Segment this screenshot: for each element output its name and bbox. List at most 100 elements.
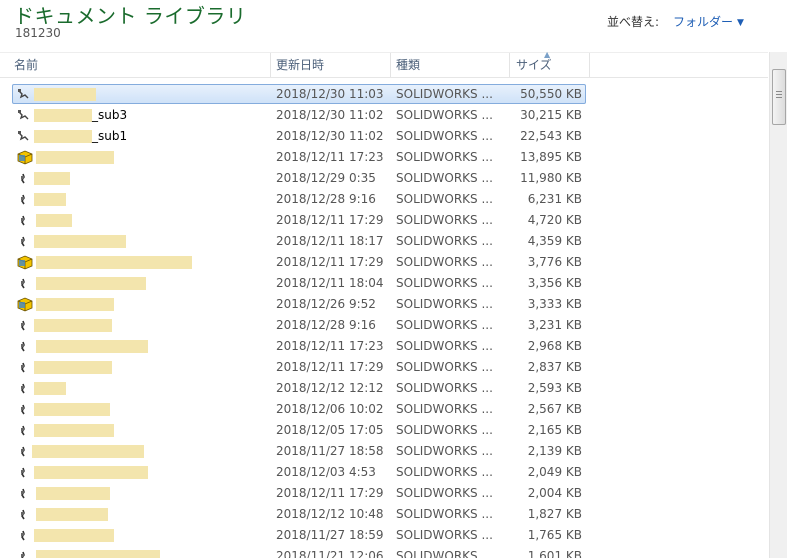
file-type: SOLIDWORKS ... — [396, 402, 493, 416]
solidworks-file-icon — [17, 255, 33, 270]
part-file-icon — [21, 320, 25, 331]
file-row[interactable]: 2018/12/11 17:23 SOLIDWORKS ... 13,895 KB — [0, 147, 768, 168]
file-date: 2018/12/29 0:35 — [276, 171, 376, 185]
file-row[interactable]: 2018/12/26 9:52 SOLIDWORKS ... 3,333 KB — [0, 294, 768, 315]
file-type: SOLIDWORKS ... — [396, 108, 493, 122]
file-row[interactable]: 2018/11/27 18:59 SOLIDWORKS ... 1,765 KB — [0, 525, 768, 546]
file-size: 6,231 KB — [527, 192, 582, 206]
file-size: 2,593 KB — [527, 381, 582, 395]
file-size: 1,765 KB — [527, 528, 582, 542]
assembly-file-icon — [18, 110, 29, 120]
file-type: SOLIDWORKS ... — [396, 234, 493, 248]
file-row[interactable]: 2018/12/11 17:29 SOLIDWORKS ... 4,720 KB — [0, 210, 768, 231]
file-type: SOLIDWORKS ... — [396, 171, 493, 185]
file-row[interactable]: 2018/11/27 18:58 SOLIDWORKS ... 2,139 KB — [0, 441, 768, 462]
redacted-name — [34, 382, 66, 395]
redacted-name — [36, 508, 108, 521]
file-size: 11,980 KB — [520, 171, 582, 185]
file-type: SOLIDWORKS ... — [396, 360, 493, 374]
redacted-name — [34, 88, 96, 101]
library-title: ドキュメント ライブラリ — [14, 4, 247, 28]
file-type: SOLIDWORKS ... — [396, 339, 493, 353]
file-type: SOLIDWORKS ... — [396, 255, 493, 269]
file-type: SOLIDWORKS ... — [396, 213, 493, 227]
file-row[interactable]: 2018/12/11 18:17 SOLIDWORKS ... 4,359 KB — [0, 231, 768, 252]
file-size: 4,720 KB — [527, 213, 582, 227]
file-row[interactable]: 2018/12/12 10:48 SOLIDWORKS ... 1,827 KB — [0, 504, 768, 525]
file-row[interactable]: 2018/12/11 17:29 SOLIDWORKS ... 2,837 KB — [0, 357, 768, 378]
part-file-icon — [21, 467, 25, 478]
file-date: 2018/12/30 11:03 — [276, 87, 384, 101]
file-date: 2018/12/03 4:53 — [276, 465, 376, 479]
explorer-window: ドキュメント ライブラリ 181230 並べ替え: フォルダー ▼ 名前 更新日時… — [0, 0, 794, 558]
file-row[interactable]: 2018/12/11 17:29 SOLIDWORKS ... 2,004 KB — [0, 483, 768, 504]
file-date: 2018/12/11 17:23 — [276, 339, 384, 353]
part-file-icon — [21, 278, 25, 289]
file-type: SOLIDWORKS ... — [396, 129, 493, 143]
scrollbar-thumb[interactable] — [772, 69, 786, 125]
file-type: SOLIDWORKS ... — [396, 423, 493, 437]
redacted-name — [34, 130, 92, 143]
file-row[interactable]: 2018/12/29 0:35 SOLIDWORKS ... 11,980 KB — [0, 168, 768, 189]
file-size: 3,333 KB — [527, 297, 582, 311]
vertical-scrollbar[interactable] — [769, 52, 787, 558]
file-date: 2018/12/11 18:17 — [276, 234, 384, 248]
file-type: SOLIDWORKS ... — [396, 192, 493, 206]
file-row[interactable]: 2018/12/12 12:12 SOLIDWORKS ... 2,593 KB — [0, 378, 768, 399]
file-row[interactable]: 2018/12/11 17:29 SOLIDWORKS ... 3,776 KB — [0, 252, 768, 273]
file-date: 2018/11/21 12:06 — [276, 549, 384, 558]
redacted-name — [36, 256, 192, 269]
file-row[interactable]: _sub3 2018/12/30 11:02 SOLIDWORKS ... 30,21… — [0, 105, 768, 126]
file-row[interactable]: 2018/11/21 12:06 SOLIDWORKS ... 1,601 KB — [0, 546, 768, 558]
solidworks-file-icon — [17, 150, 33, 165]
file-type: SOLIDWORKS ... — [396, 465, 493, 479]
file-size: 13,895 KB — [520, 150, 582, 164]
file-row[interactable]: 2018/12/05 17:05 SOLIDWORKS ... 2,165 KB — [0, 420, 768, 441]
redacted-name — [34, 361, 112, 374]
file-size: 2,567 KB — [527, 402, 582, 416]
file-row[interactable]: 2018/12/11 17:23 SOLIDWORKS ... 2,968 KB — [0, 336, 768, 357]
redacted-name — [36, 487, 110, 500]
part-file-icon — [21, 425, 25, 436]
file-date: 2018/12/30 11:02 — [276, 108, 384, 122]
column-header-type[interactable]: 種類 — [391, 53, 510, 77]
redacted-name — [34, 529, 114, 542]
file-type: SOLIDWORKS ... — [396, 444, 493, 458]
file-date: 2018/12/30 11:02 — [276, 129, 384, 143]
part-file-icon — [21, 341, 25, 352]
arrange-by-value: フォルダー — [673, 15, 734, 29]
file-size: 22,543 KB — [520, 129, 582, 143]
arrange-by-dropdown[interactable]: フォルダー ▼ — [673, 13, 744, 30]
part-file-icon — [21, 404, 25, 415]
redacted-name — [36, 277, 146, 290]
file-type: SOLIDWORKS ... — [396, 486, 493, 500]
assembly-file-icon — [18, 89, 29, 99]
file-date: 2018/12/26 9:52 — [276, 297, 376, 311]
column-header-date[interactable]: 更新日時 — [271, 53, 391, 77]
file-row[interactable]: 2018/12/11 18:04 SOLIDWORKS ... 3,356 KB — [0, 273, 768, 294]
redacted-name — [34, 193, 66, 206]
redacted-name — [36, 214, 72, 227]
file-type: SOLIDWORKS ... — [396, 507, 493, 521]
file-row[interactable]: 2018/12/06 10:02 SOLIDWORKS ... 2,567 KB — [0, 399, 768, 420]
file-row[interactable]: 2018/12/28 9:16 SOLIDWORKS ... 6,231 KB — [0, 189, 768, 210]
file-type: SOLIDWORKS ... — [396, 87, 493, 101]
file-row[interactable]: _sub1 2018/12/30 11:02 SOLIDWORKS ... 22,54… — [0, 126, 768, 147]
column-header-name[interactable]: 名前 — [0, 53, 271, 77]
part-file-icon — [21, 236, 25, 247]
file-row[interactable]: 2018/12/30 11:03 SOLIDWORKS ... 50,550 KB — [0, 84, 768, 105]
part-file-icon — [21, 551, 25, 558]
file-date: 2018/12/11 17:29 — [276, 486, 384, 500]
redacted-name — [34, 424, 114, 437]
chevron-down-icon: ▼ — [737, 18, 744, 28]
redacted-name — [36, 340, 148, 353]
file-size: 3,356 KB — [527, 276, 582, 290]
redacted-name — [34, 235, 126, 248]
file-date: 2018/12/11 17:29 — [276, 360, 384, 374]
file-type: SOLIDWORKS ... — [396, 297, 493, 311]
file-size: 4,359 KB — [527, 234, 582, 248]
file-row[interactable]: 2018/12/28 9:16 SOLIDWORKS ... 3,231 KB — [0, 315, 768, 336]
file-row[interactable]: 2018/12/03 4:53 SOLIDWORKS ... 2,049 KB — [0, 462, 768, 483]
redacted-name — [34, 172, 70, 185]
file-size: 3,231 KB — [527, 318, 582, 332]
